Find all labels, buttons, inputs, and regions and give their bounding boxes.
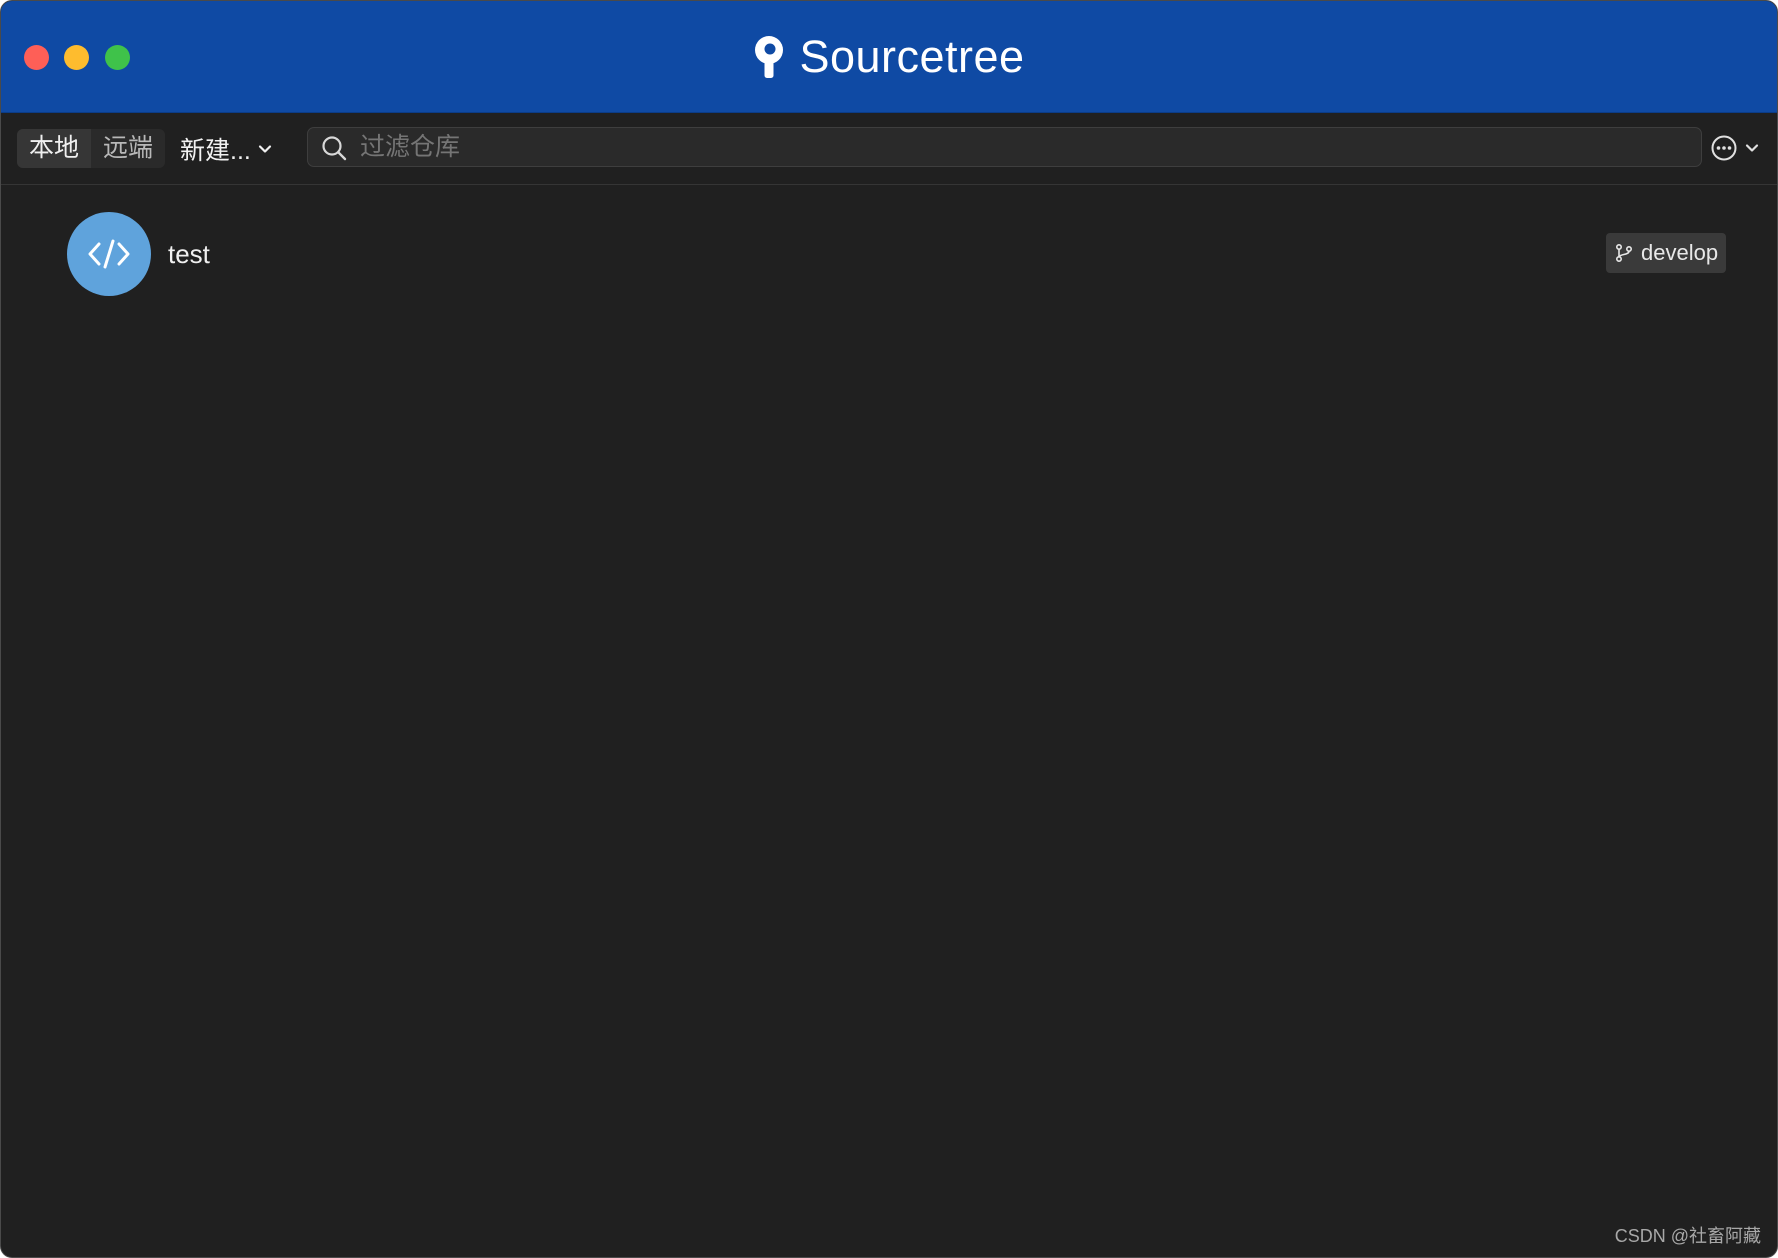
sourcetree-window: Sourcetree 本地 远端 新建... 过滤仓库 test develop… [0,0,1778,1258]
toolbar: 本地 远端 新建... [1,113,1777,184]
filter-repos-input[interactable] [360,128,1680,166]
new-repo-label: 新建... [180,136,251,165]
watermark: CSDN @社畜阿藏 [1614,1226,1761,1246]
repo-name: test [168,239,210,269]
more-options-menu[interactable] [1710,132,1760,164]
branch-name: develop [1641,240,1719,265]
code-icon [88,239,130,269]
search-icon [322,136,347,161]
new-repo-dropdown[interactable]: 新建... [180,129,273,168]
branch-badge: develop [1606,233,1726,273]
filter-repos-field [307,127,1702,167]
app-title: Sourcetree [799,31,1025,82]
toolbar-divider [1,184,1777,185]
sourcetree-logo-icon [755,36,784,78]
tab-local[interactable]: 本地 [17,129,91,168]
more-options-icon [1711,135,1737,161]
window-title: Sourcetree [1,29,1777,85]
tab-remote[interactable]: 远端 [91,129,165,168]
chevron-down-icon [258,144,271,153]
repo-scope-tabs: 本地 远端 [17,129,165,168]
repo-list-item[interactable]: test develop [1,201,1777,309]
repo-avatar [67,212,151,296]
title-bar: Sourcetree [1,1,1777,113]
chevron-down-icon [1745,144,1759,152]
branch-icon [1615,243,1633,263]
